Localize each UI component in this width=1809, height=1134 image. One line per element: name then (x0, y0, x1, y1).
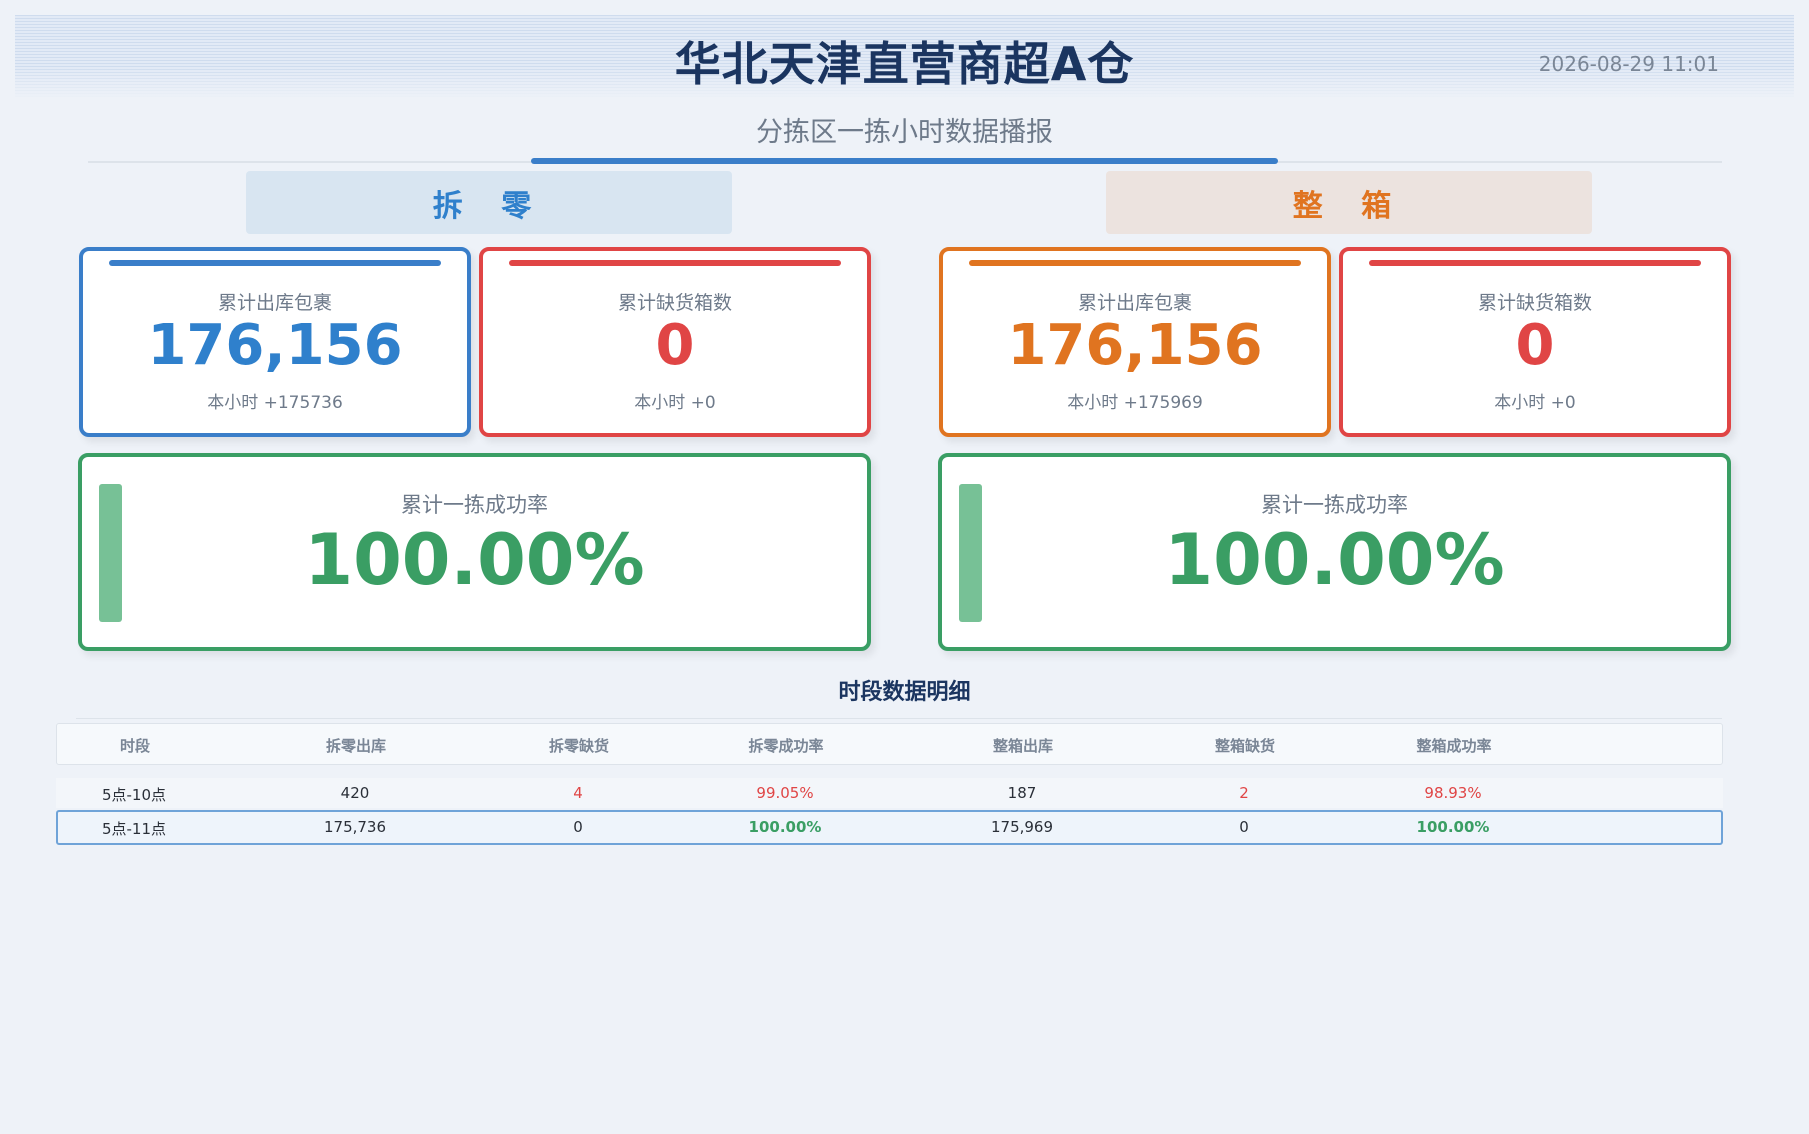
table-header: 时段 拆零出库 拆零缺货 拆零成功率 整箱出库 整箱缺货 整箱成功率 (56, 723, 1723, 765)
datetime: 2026-08-29 11:01 (1538, 52, 1719, 76)
card-value: 176,156 (147, 313, 403, 378)
table-row[interactable]: 5点-10点 420 4 99.05% 187 2 98.93% (56, 778, 1723, 808)
column-header-split-outbound: 拆零出库 (325, 737, 387, 755)
detail-title: 时段数据明细 (838, 680, 971, 705)
cell-period: 5点-11点 (101, 820, 167, 838)
card-accent-bar (509, 260, 841, 266)
column-header-box-shortage: 整箱缺货 (1214, 737, 1276, 755)
cell-box-outbound: 175,969 (990, 818, 1054, 836)
cell-split-rate: 99.05% (756, 784, 814, 802)
split-outbound-card: 累计出库包裹 176,156 本小时 +175736 (79, 247, 471, 437)
card-label: 累计出库包裹 (217, 292, 332, 314)
cell-period: 5点-10点 (101, 786, 167, 804)
cell-box-outbound: 187 (1007, 784, 1037, 802)
divider-accent (531, 158, 1278, 164)
card-value: 0 (655, 313, 695, 378)
card-hour-delta: 本小时 +0 (1494, 393, 1576, 413)
box-shortage-card: 累计缺货箱数 0 本小时 +0 (1339, 247, 1731, 437)
box-outbound-card: 累计出库包裹 176,156 本小时 +175969 (939, 247, 1331, 437)
card-value: 176,156 (1007, 313, 1263, 378)
cell-split-outbound: 420 (340, 784, 370, 802)
column-header-box-outbound: 整箱出库 (992, 737, 1054, 755)
split-shortage-card: 累计缺货箱数 0 本小时 +0 (479, 247, 871, 437)
rate-label: 累计一拣成功率 (401, 493, 548, 517)
column-header-box-rate: 整箱成功率 (1416, 737, 1492, 755)
card-hour-delta: 本小时 +0 (634, 393, 716, 413)
card-accent-bar (969, 260, 1301, 266)
card-accent-bar (1369, 260, 1701, 266)
table-row[interactable]: 5点-11点 175,736 0 100.00% 175,969 0 100.0… (56, 810, 1723, 845)
divider (76, 718, 1722, 719)
rate-value: 100.00% (304, 519, 645, 601)
card-label: 累计缺货箱数 (1477, 292, 1592, 314)
cell-split-shortage: 4 (573, 784, 583, 802)
section-header-split: 拆 零 (246, 171, 732, 234)
card-accent-bar (109, 260, 441, 266)
rate-label: 累计一拣成功率 (1261, 493, 1408, 517)
cell-box-rate: 98.93% (1424, 784, 1482, 802)
box-rate-card: 累计一拣成功率 100.00% (938, 453, 1731, 651)
card-hour-delta: 本小时 +175736 (207, 393, 343, 413)
card-label: 累计出库包裹 (1077, 292, 1192, 314)
cell-split-outbound: 175,736 (323, 818, 387, 836)
card-hour-delta: 本小时 +175969 (1067, 393, 1203, 413)
card-label: 累计缺货箱数 (617, 292, 732, 314)
cell-box-shortage: 0 (1239, 818, 1249, 836)
column-header-split-rate: 拆零成功率 (748, 737, 824, 755)
split-rate-card: 累计一拣成功率 100.00% (78, 453, 871, 651)
page-title: 华北天津直营商超A仓 (674, 37, 1135, 91)
column-header-split-shortage: 拆零缺货 (548, 737, 610, 755)
column-header-period: 时段 (119, 737, 151, 755)
cell-box-rate: 100.00% (1416, 818, 1490, 836)
page-subtitle: 分拣区一拣小时数据播报 (756, 117, 1053, 148)
card-value: 0 (1515, 313, 1555, 378)
rate-value: 100.00% (1164, 519, 1505, 601)
section-header-box: 整 箱 (1106, 171, 1592, 234)
cell-split-shortage: 0 (573, 818, 583, 836)
cell-split-rate: 100.00% (748, 818, 822, 836)
cell-box-shortage: 2 (1239, 784, 1249, 802)
